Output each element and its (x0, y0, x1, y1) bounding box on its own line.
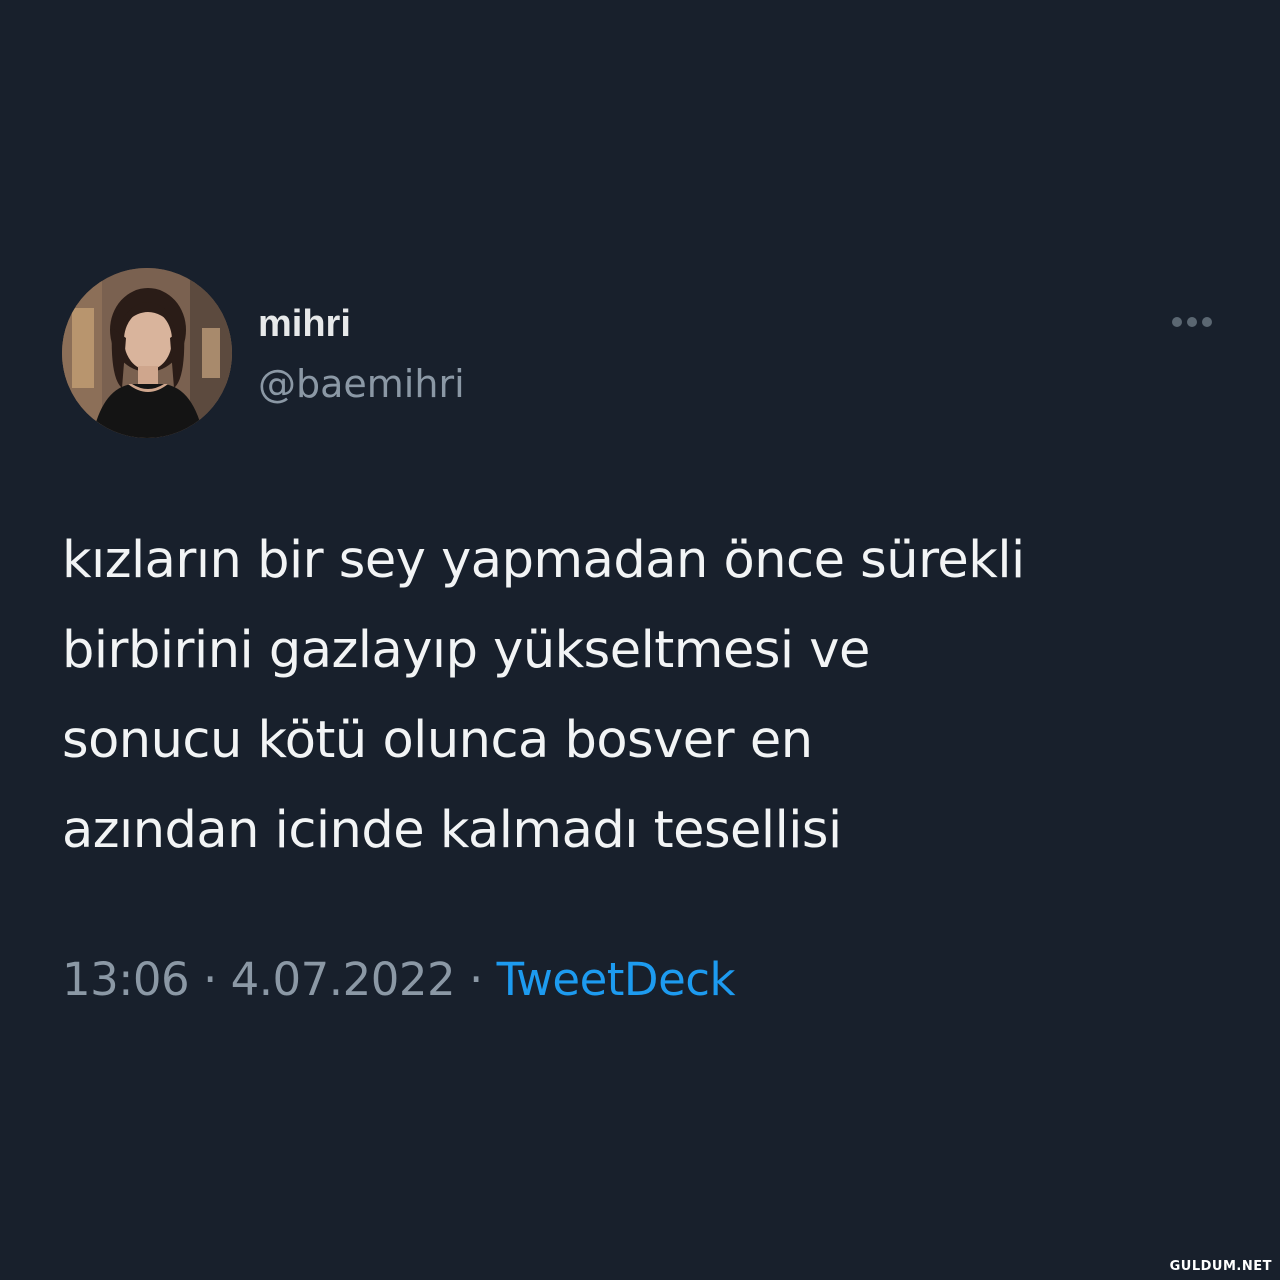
tweet-metadata: 13:06 · 4.07.2022 · TweetDeck (62, 950, 736, 1010)
tweet-text: kızların bir sey yapmadan önce sürekli b… (62, 516, 1232, 876)
tweet-text-line: kızların bir sey yapmadan önce sürekli (62, 531, 1025, 590)
tweet-source-link[interactable]: TweetDeck (497, 953, 736, 1006)
meta-separator: · (455, 953, 497, 1006)
meta-separator: · (189, 953, 231, 1006)
watermark: GULDUM.NET (1169, 1259, 1272, 1274)
ellipsis-dot-icon (1172, 317, 1182, 327)
avatar[interactable] (62, 268, 232, 438)
display-name[interactable]: mihri (258, 302, 351, 346)
tweet-date[interactable]: 4.07.2022 (231, 953, 456, 1006)
tweet-time[interactable]: 13:06 (62, 953, 190, 1006)
ellipsis-dot-icon (1187, 317, 1197, 327)
avatar-photo-icon (62, 268, 232, 438)
tweet-card: mihri @baemihri kızların bir sey yapmada… (0, 0, 1280, 1280)
user-handle[interactable]: @baemihri (258, 360, 465, 408)
ellipsis-dot-icon (1202, 317, 1212, 327)
tweet-text-line: sonucu kötü olunca bosver en (62, 711, 813, 770)
more-options-button[interactable] (1162, 302, 1222, 342)
tweet-text-line: azından icinde kalmadı tesellisi (62, 801, 842, 860)
tweet-text-line: birbirini gazlayıp yükseltmesi ve (62, 621, 870, 680)
